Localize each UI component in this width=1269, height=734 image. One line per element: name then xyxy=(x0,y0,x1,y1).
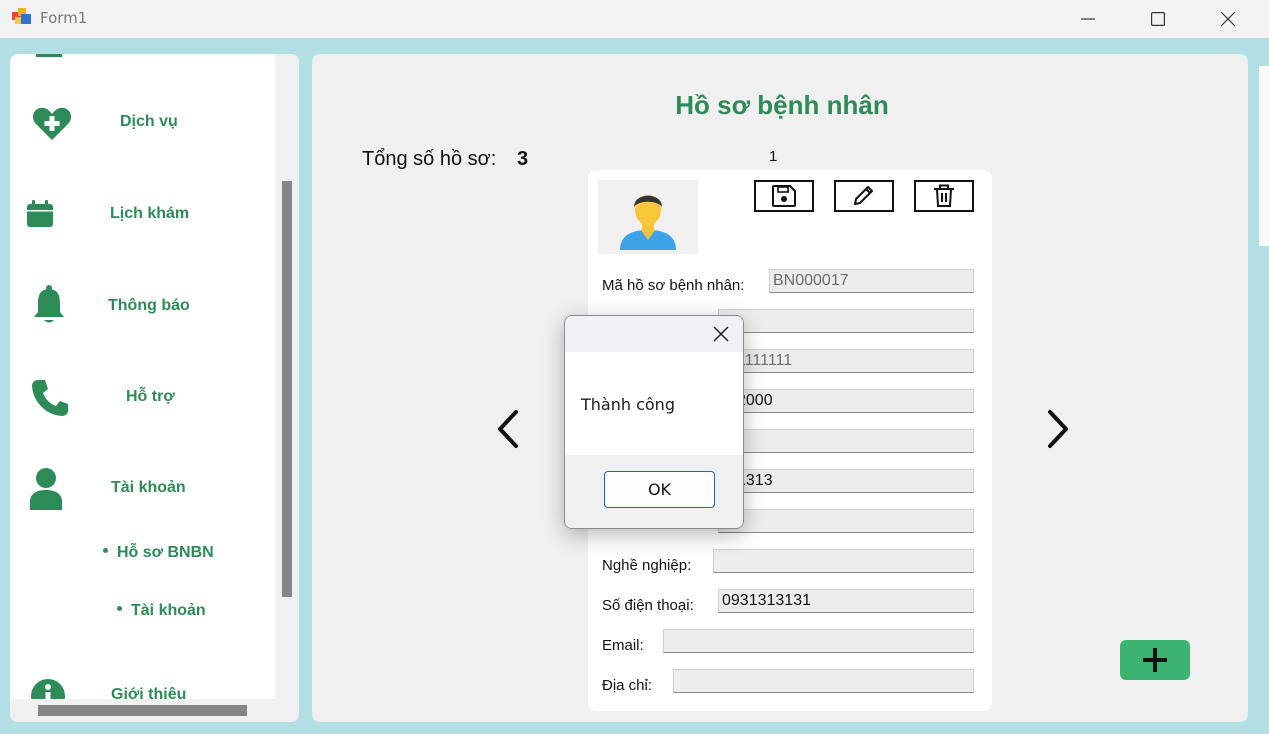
previous-button[interactable] xyxy=(488,404,528,454)
vertical-scrollbar-thumb[interactable] xyxy=(282,181,292,597)
email-label: Email: xyxy=(602,637,644,654)
close-icon xyxy=(1220,11,1236,27)
email-field[interactable] xyxy=(663,629,974,653)
app-icon xyxy=(12,8,31,24)
subitem-label: Tài khoản xyxy=(131,602,206,619)
calendar-icon xyxy=(27,200,53,227)
subitem-label: Hỗ sơ BNBN xyxy=(117,544,214,561)
close-window-button[interactable] xyxy=(1198,0,1258,38)
person-avatar-icon xyxy=(620,195,676,250)
sidebar-item-ho-tro[interactable]: Hỗ trợ xyxy=(10,372,275,422)
dialog-message: Thành công xyxy=(581,395,675,414)
edit-button[interactable] xyxy=(834,180,894,212)
sidebar-item-label: Lịch khám xyxy=(110,205,190,222)
close-icon xyxy=(713,326,729,342)
window-title: Form1 xyxy=(40,9,88,27)
maximize-button[interactable] xyxy=(1128,0,1188,38)
partial-icon xyxy=(36,54,62,57)
minimize-button[interactable] xyxy=(1058,0,1118,38)
ok-button[interactable]: OK xyxy=(604,471,715,508)
input-field-7[interactable] xyxy=(718,509,974,533)
sidebar-item-dich-vu[interactable]: Dịch vụ xyxy=(10,99,275,149)
heart-plus-icon xyxy=(32,107,72,140)
sidebar-item-label: Tài khoản xyxy=(111,479,186,496)
user-icon xyxy=(30,468,62,510)
pencil-icon xyxy=(854,186,873,205)
bullet-icon xyxy=(103,548,108,554)
chevron-right-icon xyxy=(1048,410,1068,448)
message-dialog: Thành công OK xyxy=(564,315,744,529)
phone-label: Số điện thoại: xyxy=(602,597,694,614)
phone-icon xyxy=(32,380,68,416)
input-field-5[interactable] xyxy=(718,429,974,453)
sidebar-item-thong-bao[interactable]: Thông báo xyxy=(10,280,275,330)
minimize-icon xyxy=(1081,18,1095,20)
dialog-close-button[interactable] xyxy=(709,322,733,346)
save-icon xyxy=(772,185,796,207)
total-records-count: 3 xyxy=(517,148,529,170)
input-field-6[interactable]: 1313 xyxy=(718,469,974,493)
dialog-titlebar xyxy=(565,316,743,352)
add-record-button[interactable] xyxy=(1120,640,1190,680)
main-panel: Hồ sơ bệnh nhân Tổng số hồ sơ: 3 1 Mã hồ… xyxy=(312,54,1248,722)
trash-icon xyxy=(934,184,954,207)
bullet-icon xyxy=(117,606,122,612)
dialog-footer: OK xyxy=(565,455,743,528)
address-field[interactable] xyxy=(673,669,974,693)
occupation-field[interactable] xyxy=(713,549,974,573)
page-title: Hồ sơ bệnh nhân xyxy=(675,90,889,120)
sidebar-subitem-tai-khoan[interactable]: Tài khoản xyxy=(117,602,206,620)
right-edge-strip xyxy=(1259,66,1269,246)
delete-button[interactable] xyxy=(914,180,974,212)
save-button[interactable] xyxy=(754,180,814,212)
input-field-2[interactable] xyxy=(718,309,974,333)
total-records-label: Tổng số hồ sơ: xyxy=(362,148,497,170)
maximize-icon xyxy=(1151,12,1165,26)
chevron-left-icon xyxy=(498,410,518,448)
patient-id-field[interactable]: BN000017 xyxy=(769,269,974,293)
sidebar-subitem-ho-so[interactable]: Hỗ sơ BNBN xyxy=(103,544,214,562)
next-button[interactable] xyxy=(1038,404,1078,454)
record-index: 1 xyxy=(769,148,778,165)
occupation-label: Nghề nghiệp: xyxy=(602,557,692,574)
sidebar-item-lich-kham[interactable]: Lịch khám xyxy=(10,190,275,240)
scrollbar-corner xyxy=(275,699,299,722)
patient-id-label: Mã hồ sơ bệnh nhân: xyxy=(602,277,745,294)
input-field-4[interactable]: 2000 xyxy=(718,389,974,413)
sidebar-item-tai-khoan[interactable]: Tài khoản xyxy=(10,462,275,512)
patient-avatar xyxy=(598,180,698,254)
sidebar-item-label: Thông báo xyxy=(108,297,190,314)
phone-field[interactable]: 0931313131 xyxy=(718,589,974,613)
horizontal-scrollbar-thumb[interactable] xyxy=(38,705,247,716)
sidebar-item-label: Dịch vụ xyxy=(120,113,178,130)
sidebar: Dịch vụ Lịch khám Thông báo Hỗ trợ Tài k… xyxy=(10,54,299,722)
address-label: Địa chỉ: xyxy=(602,677,653,694)
title-bar: Form1 xyxy=(0,0,1269,38)
plus-icon xyxy=(1143,648,1167,672)
sidebar-item-label: Hỗ trợ xyxy=(126,388,175,405)
bell-icon xyxy=(34,285,64,323)
input-field-3[interactable]: 1111111 xyxy=(718,349,974,373)
